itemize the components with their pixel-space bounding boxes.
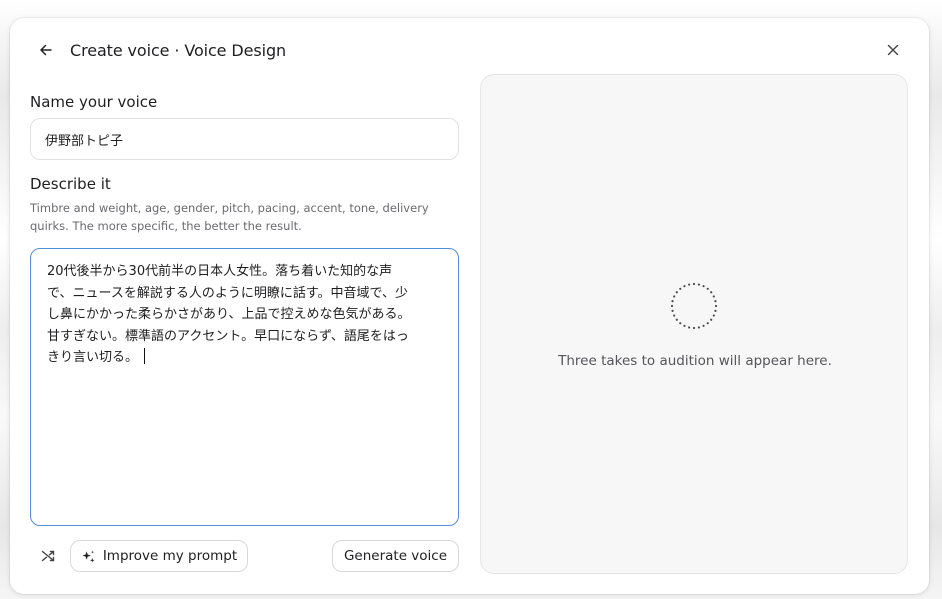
spinner-dot <box>692 282 696 286</box>
text-caret <box>144 348 146 364</box>
spinner-dot <box>697 283 700 286</box>
name-label: Name your voice <box>30 93 158 111</box>
spinner-dot <box>706 287 709 290</box>
describe-hint: Timbre and weight, age, gender, pitch, p… <box>30 201 429 233</box>
description-textarea[interactable]: 20代後半から30代前半の日本人女性。落ち着いた知的な声 で、ニュースを解説する… <box>30 248 459 526</box>
dialog-header: Create voice · Voice Design <box>34 36 286 64</box>
description-line: で、ニュースを解説する人のように明瞭に話す。中音域で、少 <box>47 285 409 301</box>
spinner-dot <box>673 314 676 317</box>
spinner-dot <box>675 291 678 294</box>
audition-preview-panel: Three takes to audition will appear here… <box>480 74 908 574</box>
close-button[interactable] <box>883 40 903 60</box>
shuffle-icon <box>41 550 55 562</box>
spinner-dot <box>679 322 682 325</box>
spinner-dot <box>673 295 676 298</box>
arrow-left-icon <box>40 44 52 56</box>
close-icon <box>887 44 899 56</box>
spinner-dot <box>714 304 718 308</box>
description-line: し鼻にかかった柔らかさがあり、上品で控えめな色気がある。 <box>47 307 411 322</box>
description-line: 甘すぎない。標準語のアクセント。早口にならず、語尾をはっ <box>47 328 409 344</box>
spinner-dot <box>679 287 682 290</box>
sparkle-icon <box>82 550 95 563</box>
spinner-dot <box>683 285 686 288</box>
voice-name-input[interactable] <box>30 118 459 160</box>
spinner-dot <box>710 318 713 321</box>
describe-label: Describe it <box>30 175 111 193</box>
spinner-dot <box>683 324 686 327</box>
spinner-dot <box>706 322 709 325</box>
empty-state-text: Three takes to audition will appear here… <box>558 353 832 369</box>
description-line: 20代後半から30代前半の日本人女性。落ち着いた知的な声 <box>47 264 393 279</box>
generate-voice-label: Generate voice <box>343 548 448 564</box>
spinner-dot <box>712 314 715 317</box>
spinner-dot <box>712 295 715 298</box>
dialog-title: Create voice · Voice Design <box>70 40 287 60</box>
spinner-dot <box>671 309 674 312</box>
description-line: きり言い切る。 <box>47 350 139 365</box>
spinner-dot <box>692 326 696 330</box>
generate-voice-button[interactable]: Generate voice <box>332 540 459 572</box>
spinner-dot <box>702 285 705 288</box>
spinner-dot <box>675 318 678 321</box>
spinner-dot <box>702 324 705 327</box>
improve-prompt-label: Improve my prompt <box>102 548 238 564</box>
spinner-dot <box>688 283 691 286</box>
back-button[interactable] <box>34 38 58 62</box>
shuffle-button[interactable] <box>38 546 58 566</box>
dotted-spinner-icon <box>670 282 718 330</box>
spinner-dot <box>714 300 717 303</box>
spinner-dot <box>671 300 674 303</box>
spinner-dot <box>714 309 717 312</box>
improve-prompt-button[interactable]: Improve my prompt <box>70 540 248 572</box>
create-voice-dialog: Create voice · Voice Design Name your vo… <box>10 18 929 594</box>
spinner-dot <box>697 326 700 329</box>
spinner-dot <box>670 304 674 308</box>
spinner-dot <box>688 326 691 329</box>
spinner-dot <box>710 291 713 294</box>
